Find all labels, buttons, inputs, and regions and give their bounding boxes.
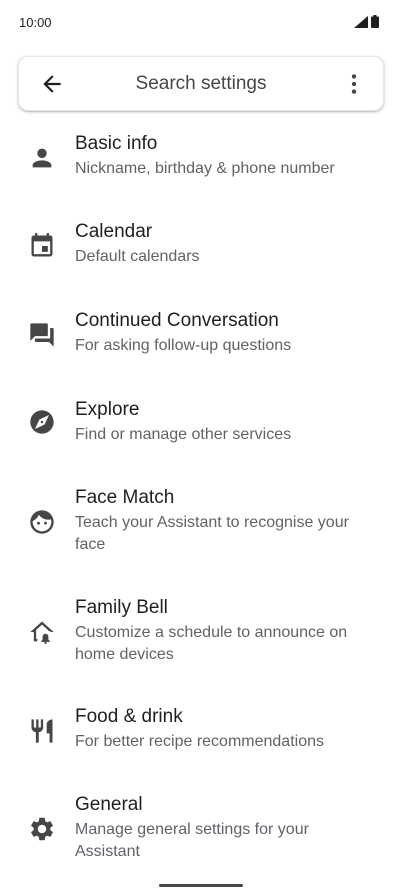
item-title: Basic info — [75, 133, 158, 154]
item-subtitle: Default calendars — [75, 248, 200, 265]
settings-item-food-drink[interactable]: Food & drink For better recipe recommend… — [0, 698, 403, 778]
more-vert-icon[interactable] — [341, 71, 367, 97]
settings-item-family-bell[interactable]: Family Bell Customize a schedule to anno… — [0, 589, 403, 689]
settings-item-continued-conversation[interactable]: Continued Conversation For asking follow… — [0, 302, 403, 382]
item-title: General — [75, 794, 143, 815]
item-subtitle: Find or manage other services — [75, 426, 292, 443]
restaurant-icon — [31, 719, 53, 743]
settings-item-basic-info[interactable]: Basic info Nickname, birthday & phone nu… — [0, 125, 403, 205]
item-title: Calendar — [75, 221, 153, 242]
search-bar[interactable]: Search settings — [18, 56, 384, 111]
face-icon — [30, 510, 54, 534]
item-subtitle: Manage general settings for your Assista… — [75, 821, 309, 860]
gesture-nav-bar[interactable] — [159, 884, 243, 887]
signal-icon — [354, 16, 368, 28]
item-title: Face Match — [75, 487, 175, 508]
item-title: Food & drink — [75, 706, 183, 727]
item-title: Explore — [75, 399, 140, 420]
item-subtitle: Customize a schedule to announce on home… — [75, 624, 348, 663]
chat-icon — [30, 323, 54, 347]
settings-item-face-match[interactable]: Face Match Teach your Assistant to recog… — [0, 479, 403, 579]
settings-item-calendar[interactable]: Calendar Default calendars — [0, 213, 403, 293]
status-icons — [354, 15, 379, 28]
battery-icon — [371, 15, 379, 28]
item-subtitle: Nickname, birthday & phone number — [75, 160, 335, 177]
compass-icon — [30, 410, 54, 434]
settings-item-explore[interactable]: Explore Find or manage other services — [0, 391, 403, 471]
calendar-icon — [31, 233, 53, 257]
status-bar: 10:00 — [0, 0, 403, 44]
item-subtitle: For better recipe recommendations — [75, 733, 324, 750]
item-title: Continued Conversation — [75, 310, 279, 331]
home-bell-icon — [30, 621, 54, 645]
search-input[interactable]: Search settings — [79, 73, 323, 95]
status-time: 10:00 — [19, 15, 52, 30]
item-subtitle: For asking follow-up questions — [75, 337, 292, 354]
person-icon — [32, 148, 52, 168]
arrow-back-icon[interactable] — [39, 71, 65, 97]
gear-icon — [31, 817, 53, 841]
settings-item-general[interactable]: General Manage general settings for your… — [0, 786, 403, 886]
item-title: Family Bell — [75, 597, 168, 618]
item-subtitle: Teach your Assistant to recognise your f… — [75, 514, 349, 553]
